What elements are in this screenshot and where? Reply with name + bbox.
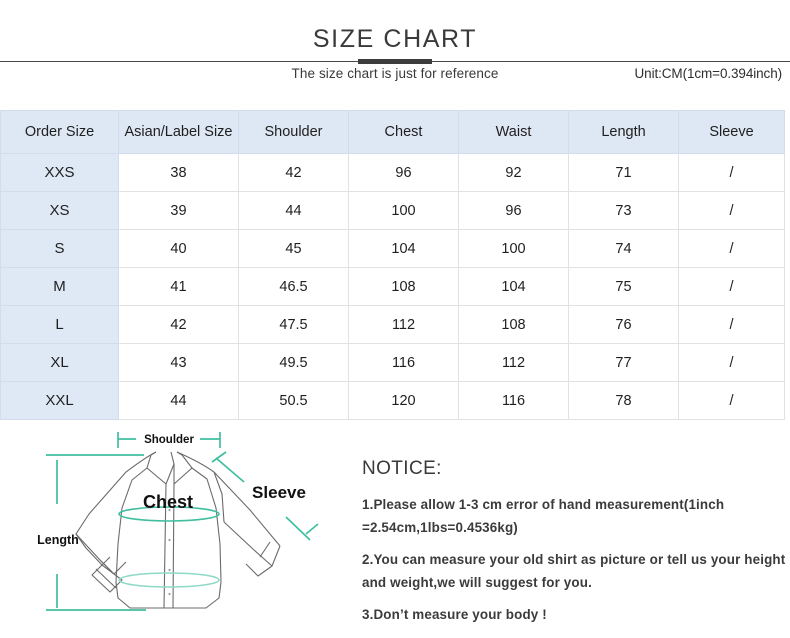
table-row: XXL 44 50.5 120 116 78 / — [0, 381, 785, 420]
cell-order-size: XXL — [0, 381, 119, 420]
column-header-asian-label-size: Asian/Label Size — [118, 110, 239, 154]
cell-waist: 92 — [458, 153, 569, 192]
cell-length: 71 — [568, 153, 679, 192]
cell-order-size: XL — [0, 343, 119, 382]
cell-asian-size: 41 — [118, 267, 239, 306]
cell-asian-size: 44 — [118, 381, 239, 420]
size-chart-page: SIZE CHART The size chart is just for re… — [0, 0, 790, 638]
size-table: Order Size Asian/Label Size Shoulder Che… — [0, 110, 785, 420]
cell-sleeve: / — [678, 153, 785, 192]
sleeve-label: Sleeve — [252, 483, 306, 502]
cell-asian-size: 39 — [118, 191, 239, 230]
cell-sleeve: / — [678, 381, 785, 420]
cell-asian-size: 38 — [118, 153, 239, 192]
shirt-diagram-svg: Shoulder Chest Sleeve Length — [37, 432, 319, 611]
notice-item-1: 1.Please allow 1-3 cm error of hand meas… — [362, 497, 725, 535]
cell-sleeve: / — [678, 229, 785, 268]
cell-waist: 100 — [458, 229, 569, 268]
sleeve-guide-bottom — [285, 516, 311, 541]
button-dots-icon — [168, 508, 171, 596]
table-row: XS 39 44 100 96 73 / — [0, 191, 785, 230]
cell-asian-size: 42 — [118, 305, 239, 344]
page-header: SIZE CHART The size chart is just for re… — [0, 0, 790, 92]
table-row: XXS 38 42 96 92 71 / — [0, 153, 785, 192]
notice-item-2: 2.You can measure your old shirt as pict… — [362, 552, 786, 590]
cell-shoulder: 49.5 — [238, 343, 349, 382]
column-header-length: Length — [568, 110, 679, 154]
cell-sleeve: / — [678, 343, 785, 382]
notice-title: NOTICE: — [362, 458, 442, 479]
cell-shoulder: 46.5 — [238, 267, 349, 306]
cell-length: 78 — [568, 381, 679, 420]
shirt-measurement-diagram: Shoulder Chest Sleeve Length — [14, 422, 360, 638]
table-row: L 42 47.5 112 108 76 / — [0, 305, 785, 344]
cell-chest: 96 — [348, 153, 459, 192]
cell-length: 76 — [568, 305, 679, 344]
cell-length: 74 — [568, 229, 679, 268]
shoulder-label: Shoulder — [144, 434, 194, 446]
cell-asian-size: 40 — [118, 229, 239, 268]
table-row: S 40 45 104 100 74 / — [0, 229, 785, 268]
cell-order-size: M — [0, 267, 119, 306]
page-title-wrap: SIZE CHART — [0, 24, 790, 54]
size-table-body: XXS 38 42 96 92 71 / XS 39 44 100 96 73 … — [0, 153, 785, 420]
cell-order-size: L — [0, 305, 119, 344]
cell-waist: 116 — [458, 381, 569, 420]
cell-sleeve: / — [678, 305, 785, 344]
shirt-outline-icon — [75, 451, 281, 609]
column-header-order-size: Order Size — [0, 110, 119, 154]
chest-label: Chest — [143, 492, 193, 512]
table-row: M 41 46.5 108 104 75 / — [0, 267, 785, 306]
cell-chest: 100 — [348, 191, 459, 230]
cell-shoulder: 42 — [238, 153, 349, 192]
column-header-chest: Chest — [348, 110, 459, 154]
cell-length: 75 — [568, 267, 679, 306]
cell-shoulder: 47.5 — [238, 305, 349, 344]
cell-length: 77 — [568, 343, 679, 382]
column-header-sleeve: Sleeve — [678, 110, 785, 154]
sleeve-guide-bottom-tick — [305, 523, 319, 535]
cell-chest: 112 — [348, 305, 459, 344]
cell-sleeve: / — [678, 267, 785, 306]
cell-chest: 108 — [348, 267, 459, 306]
cell-order-size: XS — [0, 191, 119, 230]
cell-order-size: XXS — [0, 153, 119, 192]
cell-waist: 96 — [458, 191, 569, 230]
length-label: Length — [37, 533, 79, 547]
column-header-shoulder: Shoulder — [238, 110, 349, 154]
cell-waist: 108 — [458, 305, 569, 344]
cell-order-size: S — [0, 229, 119, 268]
cell-shoulder: 45 — [238, 229, 349, 268]
title-underline-accent — [358, 59, 432, 64]
cell-chest: 104 — [348, 229, 459, 268]
cell-waist: 112 — [458, 343, 569, 382]
size-table-wrap: Order Size Asian/Label Size Shoulder Che… — [0, 110, 785, 420]
cell-sleeve: / — [678, 191, 785, 230]
hem-measure-ellipse — [118, 572, 220, 588]
cell-length: 73 — [568, 191, 679, 230]
cell-shoulder: 50.5 — [238, 381, 349, 420]
unit-note: Unit:CM(1cm=0.394inch) — [634, 66, 783, 81]
cell-asian-size: 43 — [118, 343, 239, 382]
table-header-row: Order Size Asian/Label Size Shoulder Che… — [0, 110, 785, 154]
table-row: XL 43 49.5 116 112 77 / — [0, 343, 785, 382]
bottom-section: Shoulder Chest Sleeve Length NOTICE: 1.P… — [0, 422, 790, 638]
notice-item-3: 3.Don’t measure your body ! — [362, 607, 547, 622]
notice-block: NOTICE: 1.Please allow 1-3 cm error of h… — [362, 458, 786, 626]
cell-waist: 104 — [458, 267, 569, 306]
page-title: SIZE CHART — [312, 25, 478, 53]
cell-chest: 116 — [348, 343, 459, 382]
cell-chest: 120 — [348, 381, 459, 420]
cell-shoulder: 44 — [238, 191, 349, 230]
column-header-waist: Waist — [458, 110, 569, 154]
